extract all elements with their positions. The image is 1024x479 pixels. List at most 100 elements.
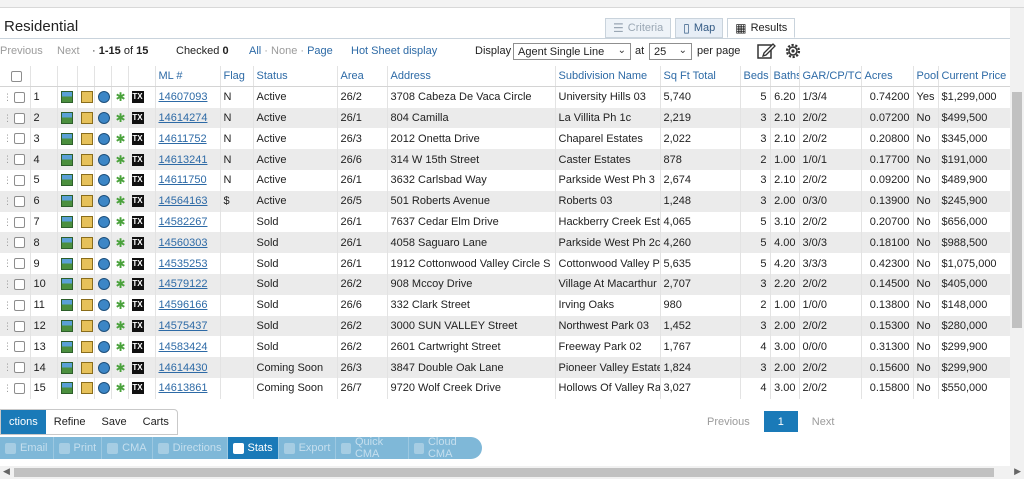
photo-icon[interactable]	[60, 132, 73, 145]
photo-icon[interactable]	[60, 216, 73, 229]
drag-handle-icon[interactable]: ⋮	[3, 113, 12, 123]
tx-icon[interactable]: TX	[131, 340, 144, 353]
document-icon[interactable]	[80, 299, 93, 312]
drag-handle-icon[interactable]: ⋮	[3, 237, 12, 247]
row-checkbox[interactable]	[14, 382, 25, 394]
photo-icon[interactable]	[60, 112, 73, 125]
document-icon[interactable]	[80, 153, 93, 166]
leaf-icon[interactable]: ✱	[115, 133, 127, 145]
pager-previous[interactable]: Previous	[699, 416, 758, 428]
next-page-link[interactable]: Next	[57, 45, 80, 57]
drag-handle-icon[interactable]: ⋮	[3, 258, 12, 268]
pager-page-1[interactable]: 1	[763, 411, 798, 432]
column-header-baths[interactable]: Baths	[770, 66, 800, 88]
tx-icon[interactable]: TX	[131, 236, 144, 249]
row-checkbox[interactable]	[14, 195, 25, 207]
hot-sheet-link[interactable]: Hot Sheet display	[351, 45, 437, 57]
directions-button[interactable]: Directions	[153, 437, 228, 459]
row-checkbox[interactable]	[14, 341, 25, 353]
tx-icon[interactable]: TX	[131, 112, 144, 125]
ml-number-link[interactable]: 14579122	[159, 278, 208, 290]
gear-icon[interactable]	[783, 41, 805, 61]
document-icon[interactable]	[80, 257, 93, 270]
ml-number-link[interactable]: 14614274	[159, 112, 208, 124]
column-header-address[interactable]: Address	[387, 66, 556, 88]
tx-icon[interactable]: TX	[131, 382, 144, 395]
vertical-scrollbar[interactable]	[1010, 8, 1024, 466]
document-icon[interactable]	[80, 278, 93, 291]
ml-number-link[interactable]: 14614430	[159, 362, 208, 374]
vertical-scroll-thumb[interactable]	[1012, 92, 1022, 328]
leaf-icon[interactable]: ✱	[115, 362, 127, 374]
drag-handle-icon[interactable]: ⋮	[3, 321, 12, 331]
leaf-icon[interactable]: ✱	[115, 174, 127, 186]
row-checkbox[interactable]	[14, 112, 25, 124]
history-icon[interactable]	[97, 216, 110, 229]
tab-results[interactable]: ▦ Results	[727, 18, 796, 38]
email-button[interactable]: Email	[0, 437, 54, 459]
leaf-icon[interactable]: ✱	[115, 341, 127, 353]
ml-number-link[interactable]: 14560303	[159, 237, 208, 249]
photo-icon[interactable]	[60, 320, 73, 332]
history-icon[interactable]	[97, 361, 110, 374]
history-icon[interactable]	[97, 91, 110, 104]
column-header-price[interactable]: Current Price	[938, 66, 1010, 88]
tab-map[interactable]: ▯ Map	[675, 18, 724, 38]
photo-icon[interactable]	[60, 174, 73, 187]
history-icon[interactable]	[97, 278, 110, 291]
history-icon[interactable]	[97, 195, 110, 208]
leaf-icon[interactable]: ✱	[115, 91, 127, 103]
photo-icon[interactable]	[60, 257, 73, 270]
drag-handle-icon[interactable]: ⋮	[3, 154, 12, 164]
document-icon[interactable]	[80, 216, 93, 229]
tab-criteria[interactable]: ☰ Criteria	[605, 18, 672, 38]
table-row[interactable]: ⋮ 9 ✱ TX 14535253 Sold 26/1 1912 Cottonwood Val…	[0, 253, 1010, 274]
export-button[interactable]: Export	[279, 437, 337, 459]
history-icon[interactable]	[97, 112, 110, 125]
leaf-icon[interactable]: ✱	[115, 195, 127, 207]
photo-icon[interactable]	[60, 382, 73, 395]
tab-refine[interactable]: Refine	[46, 410, 94, 434]
table-row[interactable]: ⋮ 14 ✱ TX 14614430 Coming Soon 26/3 3847 Double…	[0, 357, 1010, 378]
ml-number-link[interactable]: 14564163	[159, 195, 208, 207]
drag-handle-icon[interactable]: ⋮	[3, 279, 12, 289]
document-icon[interactable]	[80, 91, 93, 104]
table-row[interactable]: ⋮ 6 ✱ TX 14564163 $ Active 26/5 501 Roberts Aven…	[0, 190, 1010, 212]
horizontal-scroll-thumb[interactable]	[14, 468, 994, 477]
select-all-checkbox[interactable]	[11, 70, 22, 82]
photo-icon[interactable]	[60, 91, 73, 104]
row-checkbox[interactable]	[14, 299, 25, 311]
row-checkbox[interactable]	[14, 278, 25, 290]
row-checkbox[interactable]	[14, 92, 25, 104]
row-checkbox[interactable]	[14, 258, 25, 270]
column-header-sqft[interactable]: Sq Ft Total	[660, 66, 741, 88]
tx-icon[interactable]: TX	[131, 153, 144, 166]
horizontal-scrollbar[interactable]: ◀ ▶	[0, 466, 1024, 479]
history-icon[interactable]	[97, 153, 110, 166]
cma-button[interactable]: CMA	[102, 437, 153, 459]
leaf-icon[interactable]: ✱	[115, 382, 127, 394]
drag-handle-icon[interactable]: ⋮	[3, 383, 12, 393]
table-row[interactable]: ⋮ 1 ✱ TX 14607093 N Active 26/2 3708 Cabeza De V…	[0, 86, 1010, 108]
ml-number-link[interactable]: 14535253	[159, 258, 208, 270]
previous-page-link[interactable]: Previous	[0, 45, 43, 57]
leaf-icon[interactable]: ✱	[115, 320, 127, 332]
document-icon[interactable]	[80, 195, 93, 208]
document-icon[interactable]	[80, 236, 93, 249]
column-header-area[interactable]: Area	[337, 66, 388, 88]
drag-handle-icon[interactable]: ⋮	[3, 217, 12, 227]
table-row[interactable]: ⋮ 13 ✱ TX 14583424 Sold 26/2 2601 Cartwright St…	[0, 336, 1010, 358]
ml-number-link[interactable]: 14613241	[159, 154, 208, 166]
cloud-cma-button[interactable]: Cloud CMA	[409, 436, 482, 460]
tab-actions[interactable]: ctions	[1, 410, 46, 434]
tx-icon[interactable]: TX	[131, 299, 144, 312]
tx-icon[interactable]: TX	[131, 91, 144, 104]
column-header-beds[interactable]: Beds	[740, 66, 771, 88]
document-icon[interactable]	[80, 112, 93, 125]
row-checkbox[interactable]	[14, 362, 25, 374]
photo-icon[interactable]	[60, 153, 73, 166]
table-row[interactable]: ⋮ 5 ✱ TX 14611750 N Active 26/1 3632 Carlsbad Wa…	[0, 169, 1010, 191]
tx-icon[interactable]: TX	[131, 278, 144, 291]
document-icon[interactable]	[80, 340, 93, 353]
tx-icon[interactable]: TX	[131, 132, 144, 145]
